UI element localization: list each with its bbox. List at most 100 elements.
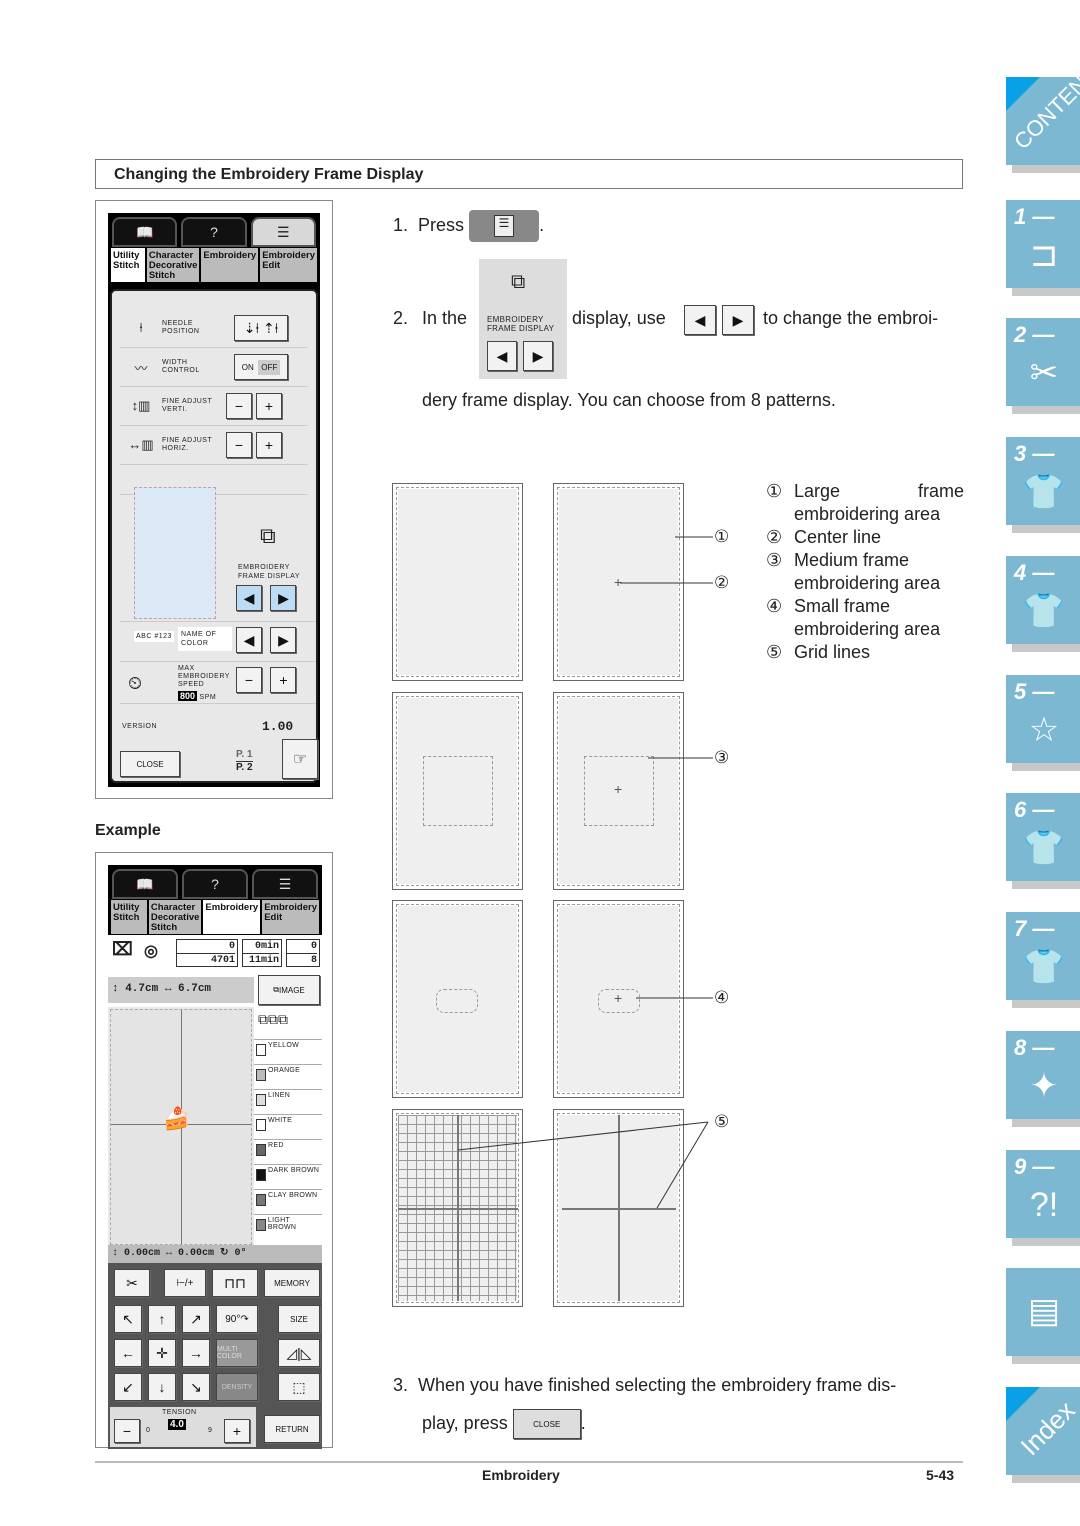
tab-embroidery-edit[interactable]: Embroidery Edit bbox=[259, 247, 318, 283]
side-tab-8[interactable]: 8 — ✦ bbox=[1006, 1031, 1080, 1127]
rotate-button[interactable]: 90° ↷ bbox=[216, 1305, 258, 1333]
book-icon[interactable]: 📖 bbox=[112, 217, 178, 247]
move-down-right-button[interactable]: ↘ bbox=[182, 1373, 210, 1401]
baste-button[interactable]: ⊓⊓ bbox=[212, 1269, 258, 1297]
size-button[interactable]: SIZE bbox=[278, 1305, 320, 1333]
example-label: Example bbox=[95, 822, 161, 839]
thread-color-item[interactable]: ORANGE bbox=[254, 1064, 322, 1089]
move-down-button[interactable]: ↓ bbox=[148, 1373, 176, 1401]
speed-plus-button[interactable]: + bbox=[270, 667, 297, 693]
pattern-width: 6.7cm bbox=[178, 983, 212, 995]
image-button[interactable]: ⧉ IMAGE bbox=[258, 975, 320, 1005]
thread-color-name: RED bbox=[268, 1142, 284, 1149]
thread-color-item[interactable]: RED bbox=[254, 1139, 322, 1164]
move-down-left-button[interactable]: ↙ bbox=[114, 1373, 142, 1401]
cake-pattern: 🍰 bbox=[163, 1106, 191, 1131]
callout-5: ⑤ bbox=[714, 1112, 730, 1131]
move-up-button[interactable]: ↑ bbox=[148, 1305, 176, 1333]
tab-utility-stitch[interactable]: Utility Stitch bbox=[110, 247, 146, 283]
tension-minus-button[interactable]: − bbox=[114, 1419, 140, 1443]
return-button[interactable]: RETURN bbox=[264, 1415, 320, 1443]
memory-button[interactable]: MEMORY bbox=[264, 1269, 320, 1297]
shirt-abc-icon: 👕 bbox=[1022, 592, 1066, 630]
page-turn-button[interactable]: ☞ bbox=[282, 739, 318, 779]
needle-mode-button[interactable]: ⍿−/+ bbox=[164, 1269, 206, 1297]
frame-preview bbox=[134, 487, 216, 619]
legend-item-1: Large frame embroidering area bbox=[794, 481, 964, 524]
horiz-plus-button[interactable]: + bbox=[256, 432, 282, 458]
thread-color-item[interactable]: LINEN bbox=[254, 1089, 322, 1114]
horizontal-adjust-icon: ↔▥ bbox=[128, 437, 154, 452]
trial-button[interactable]: ⬚ bbox=[278, 1373, 320, 1401]
example-screen-figure: 📖 ? ☰ Utility Stitch Character Decorativ… bbox=[95, 852, 333, 1449]
shirt-stitch-icon: 👕 bbox=[1022, 473, 1066, 511]
off-option[interactable]: OFF bbox=[258, 359, 281, 375]
help-machine-icon[interactable]: ? bbox=[181, 217, 247, 247]
tab-character-decorative[interactable]: Character Decorative Stitch bbox=[145, 247, 201, 283]
next-arrow-icon: ▶ bbox=[523, 341, 553, 371]
thread-spool-icon bbox=[256, 1169, 266, 1181]
tab-embroidery[interactable]: Embroidery bbox=[200, 247, 260, 283]
tab-character-decorative[interactable]: Character Decorative Stitch bbox=[147, 899, 203, 935]
move-up-right-button[interactable]: ↗ bbox=[182, 1305, 210, 1333]
speed-minus-button[interactable]: − bbox=[236, 667, 262, 693]
embroidery-canvas[interactable]: 🍰 bbox=[110, 1009, 252, 1245]
frame-display-next-button[interactable]: ▶ bbox=[270, 585, 297, 611]
max-speed-value: 800 bbox=[178, 691, 198, 701]
on-option[interactable]: ON bbox=[242, 363, 254, 372]
color-count-current: 0 bbox=[287, 940, 317, 954]
settings-list-icon[interactable]: ☰ bbox=[250, 217, 316, 247]
tab-embroidery-edit[interactable]: Embroidery Edit bbox=[261, 899, 320, 935]
side-tab-5[interactable]: 5 — ☆ bbox=[1006, 675, 1080, 771]
side-tab-index[interactable]: Index bbox=[1006, 1387, 1080, 1483]
horiz-minus-button[interactable]: − bbox=[226, 432, 252, 458]
side-tab-pages[interactable]: ▤ bbox=[1006, 1268, 1080, 1364]
help-machine-icon[interactable]: ? bbox=[182, 869, 248, 899]
next-arrow-icon: ▶ bbox=[722, 305, 754, 335]
color-prev-button[interactable]: ◀ bbox=[236, 627, 262, 653]
side-tab-9[interactable]: 9 —?! bbox=[1006, 1150, 1080, 1246]
callout-2: ② bbox=[714, 573, 730, 592]
width-control-toggle[interactable]: ON OFF bbox=[234, 354, 288, 380]
book-icon[interactable]: 📖 bbox=[112, 869, 178, 899]
move-left-button[interactable]: ← bbox=[114, 1339, 142, 1367]
thread-color-item[interactable]: YELLOW bbox=[254, 1039, 322, 1064]
footer-divider bbox=[95, 1461, 963, 1463]
side-tab-2[interactable]: 2 — ✂ bbox=[1006, 318, 1080, 414]
thread-spool-icon bbox=[256, 1094, 266, 1106]
close-button[interactable]: CLOSE bbox=[120, 751, 180, 777]
settings-list-icon[interactable]: ☰ bbox=[252, 869, 318, 899]
tab-utility-stitch[interactable]: Utility Stitch bbox=[110, 899, 148, 935]
side-tab-1[interactable]: 1 — ⊐ bbox=[1006, 200, 1080, 296]
thread-color-item[interactable]: LIGHT BROWN bbox=[254, 1214, 322, 1239]
thread-color-item[interactable]: DARK BROWN bbox=[254, 1164, 322, 1189]
tension-plus-button[interactable]: + bbox=[224, 1419, 250, 1443]
move-up-left-button[interactable]: ↖ bbox=[114, 1305, 142, 1333]
frame-display-prev-button[interactable]: ◀ bbox=[236, 585, 262, 611]
prev-arrow-icon: ◀ bbox=[487, 341, 517, 371]
needle-position-toggle[interactable]: ⇣⍿ ⇡⍿ bbox=[234, 315, 288, 341]
step-2-pre: In the bbox=[422, 308, 468, 328]
vert-plus-button[interactable]: + bbox=[256, 393, 282, 419]
mirror-button[interactable]: ◿|◺ bbox=[278, 1339, 320, 1367]
side-tab-3[interactable]: 3 — 👕 bbox=[1006, 437, 1080, 533]
move-center-button[interactable]: ✛ bbox=[148, 1339, 176, 1367]
time-current: 0min bbox=[243, 940, 279, 954]
side-tab-contents[interactable]: CONTENTS bbox=[1006, 51, 1080, 173]
thread-color-item[interactable]: CLAY BROWN bbox=[254, 1189, 322, 1214]
tab-embroidery[interactable]: Embroidery bbox=[202, 899, 262, 935]
footer-page-number: 5-43 bbox=[926, 1467, 955, 1483]
move-right-button[interactable]: → bbox=[182, 1339, 210, 1367]
density-button[interactable]: DENSITY bbox=[216, 1373, 258, 1401]
close-key-icon: CLOSE bbox=[512, 1409, 581, 1439]
stitch-count-total: 4701 bbox=[210, 955, 235, 966]
color-next-button[interactable]: ▶ bbox=[270, 627, 297, 653]
vert-minus-button[interactable]: − bbox=[226, 393, 252, 419]
thread-color-item[interactable]: WHITE bbox=[254, 1114, 322, 1139]
cut-button[interactable]: ✂ bbox=[114, 1269, 150, 1297]
multi-color-button[interactable]: MULTI COLOR bbox=[216, 1339, 258, 1367]
tension-max: 9 bbox=[208, 1427, 213, 1434]
side-tab-4[interactable]: 4 — 👕 bbox=[1006, 556, 1080, 652]
side-tab-6[interactable]: 6 — 👕 bbox=[1006, 793, 1080, 889]
side-tab-7[interactable]: 7 — 👕 bbox=[1006, 912, 1080, 1008]
